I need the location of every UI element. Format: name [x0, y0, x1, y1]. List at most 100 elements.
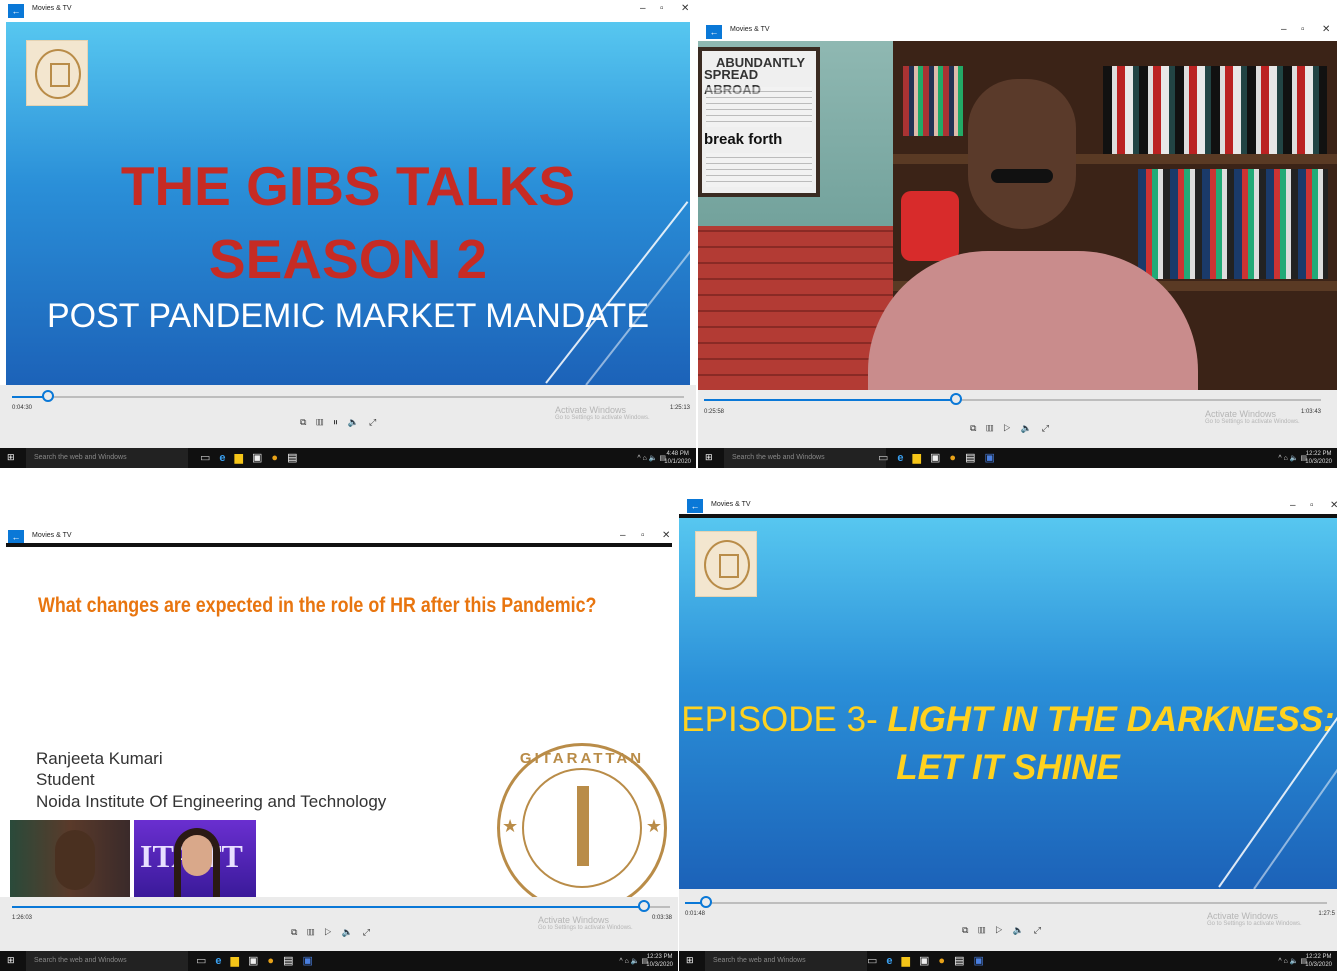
close-icon[interactable]: ✕: [662, 530, 670, 541]
back-arrow-icon[interactable]: ←: [687, 499, 703, 513]
fullscreen-icon[interactable]: ⤢: [1042, 423, 1059, 433]
volume-icon[interactable]: 🔈: [1013, 925, 1034, 935]
close-icon[interactable]: ✕: [1330, 500, 1337, 511]
windows-start-icon[interactable]: ⊞: [7, 453, 16, 462]
photos-icon[interactable]: ▣: [302, 954, 312, 967]
search-input[interactable]: Search the web and Windows: [724, 448, 886, 468]
taskbar-clock[interactable]: 12:22 PM 10/3/2020: [1305, 953, 1332, 969]
system-tray[interactable]: ^ ⌂ 🔈 ▤: [619, 957, 648, 965]
seek-thumb[interactable]: [700, 896, 713, 908]
mini-view-icon[interactable]: ▥: [978, 925, 995, 935]
seek-bar[interactable]: [12, 900, 670, 912]
close-icon[interactable]: ✕: [681, 3, 689, 14]
task-view-icon[interactable]: ▭: [878, 451, 888, 464]
participant-video-1[interactable]: [10, 820, 130, 897]
volume-icon[interactable]: 🔈: [1021, 423, 1042, 433]
title-bar: ← Movies & TV – ▫ ✕: [679, 496, 1337, 516]
edge-icon[interactable]: e: [219, 452, 225, 464]
edge-icon[interactable]: e: [897, 452, 903, 464]
fullscreen-icon[interactable]: ⤢: [1034, 925, 1051, 935]
speaker-mustache: [991, 169, 1053, 183]
chrome-icon[interactable]: ●: [267, 955, 274, 967]
fullscreen-icon[interactable]: ⤢: [369, 417, 386, 427]
windows-start-icon[interactable]: ⊞: [7, 956, 16, 965]
participant-face: [55, 830, 95, 890]
movies-tv-icon[interactable]: ▤: [965, 451, 975, 464]
participant-video-2[interactable]: ITA TT: [134, 820, 256, 897]
mini-view-icon[interactable]: ▥: [316, 417, 333, 427]
task-view-icon[interactable]: ▭: [196, 954, 206, 967]
seek-thumb[interactable]: [41, 390, 54, 402]
play-icon[interactable]: ▷: [1003, 423, 1020, 433]
search-input[interactable]: Search the web and Windows: [26, 951, 188, 971]
back-arrow-icon[interactable]: ←: [8, 530, 24, 544]
restore-icon[interactable]: ▫: [1301, 24, 1305, 35]
chrome-icon[interactable]: ●: [938, 955, 945, 967]
movies-tv-icon[interactable]: ▤: [283, 954, 293, 967]
cast-icon[interactable]: ⧉: [300, 417, 316, 427]
taskbar-clock[interactable]: 12:22 PM 10/3/2020: [1305, 450, 1332, 466]
seek-thumb[interactable]: [949, 393, 962, 405]
seek-bar[interactable]: [12, 390, 684, 402]
file-explorer-icon[interactable]: ▆: [231, 954, 239, 967]
seek-bar[interactable]: [685, 896, 1327, 908]
mini-view-icon[interactable]: ▥: [307, 927, 324, 937]
close-icon[interactable]: ✕: [1322, 24, 1330, 35]
system-tray[interactable]: ^ ⌂ 🔈 ▤: [1278, 454, 1307, 462]
photos-icon[interactable]: ▣: [973, 954, 983, 967]
store-icon[interactable]: ▣: [252, 451, 262, 464]
minimize-icon[interactable]: –: [620, 530, 626, 541]
movies-tv-icon[interactable]: ▤: [954, 954, 964, 967]
restore-icon[interactable]: ▫: [1310, 500, 1314, 511]
seek-thumb[interactable]: [637, 900, 650, 912]
file-explorer-icon[interactable]: ▆: [235, 451, 243, 464]
back-arrow-icon[interactable]: ←: [8, 4, 24, 18]
duration-time: 0:03:38: [651, 915, 672, 921]
store-icon[interactable]: ▣: [930, 451, 940, 464]
volume-icon[interactable]: 🔈: [342, 927, 363, 937]
taskbar-apps: ▭ e ▆ ▣ ● ▤: [200, 451, 306, 464]
taskbar-clock[interactable]: 4:48 PM 10/1/2020: [664, 450, 691, 466]
play-icon[interactable]: ▷: [324, 927, 341, 937]
cast-icon[interactable]: ⧉: [970, 423, 986, 433]
store-icon[interactable]: ▣: [919, 954, 929, 967]
restore-icon[interactable]: ▫: [660, 3, 664, 14]
windows-start-icon[interactable]: ⊞: [686, 956, 695, 965]
taskbar-apps: ▭ e ▆ ▣ ● ▤ ▣: [878, 451, 1004, 464]
search-input[interactable]: Search the web and Windows: [705, 951, 867, 971]
fullscreen-icon[interactable]: ⤢: [363, 927, 380, 937]
minimize-icon[interactable]: –: [1281, 24, 1287, 35]
system-tray[interactable]: ^ ⌂ 🔈 ▤: [637, 454, 666, 462]
cast-icon[interactable]: ⧉: [291, 927, 307, 937]
movies-tv-icon[interactable]: ▤: [287, 451, 297, 464]
volume-icon[interactable]: 🔈: [348, 417, 369, 427]
file-explorer-icon[interactable]: ▆: [902, 954, 910, 967]
store-icon[interactable]: ▣: [248, 954, 258, 967]
edge-icon[interactable]: e: [215, 955, 221, 967]
restore-icon[interactable]: ▫: [641, 530, 645, 541]
chrome-icon[interactable]: ●: [949, 452, 956, 464]
cast-icon[interactable]: ⧉: [962, 925, 978, 935]
file-explorer-icon[interactable]: ▆: [913, 451, 921, 464]
system-tray[interactable]: ^ ⌂ 🔈 ▤: [1278, 957, 1307, 965]
task-view-icon[interactable]: ▭: [200, 451, 210, 464]
back-arrow-icon[interactable]: ←: [706, 25, 722, 39]
taskbar-clock[interactable]: 12:23 PM 10/3/2020: [646, 953, 673, 969]
task-view-icon[interactable]: ▭: [867, 954, 877, 967]
taskbar: ⊞ Search the web and Windows ▭ e ▆ ▣ ● ▤ ▣ ^ ⌂…: [679, 951, 1337, 971]
minimize-icon[interactable]: –: [1290, 500, 1296, 511]
edge-icon[interactable]: e: [886, 955, 892, 967]
photos-icon[interactable]: ▣: [984, 451, 994, 464]
playback-controls: 0:04:30 1:25:13 Activate Windows Go to Se…: [0, 385, 696, 448]
windows-start-icon[interactable]: ⊞: [705, 453, 714, 462]
mini-view-icon[interactable]: ▥: [986, 423, 1003, 433]
search-input[interactable]: Search the web and Windows: [26, 448, 188, 468]
play-icon[interactable]: ▷: [995, 925, 1012, 935]
taskbar-apps: ▭ e ▆ ▣ ● ▤ ▣: [196, 954, 322, 967]
chrome-icon[interactable]: ●: [271, 452, 278, 464]
minimize-icon[interactable]: –: [640, 3, 646, 14]
seek-bar[interactable]: [704, 393, 1321, 405]
player-window-3: ← Movies & TV – ▫ ✕ What changes are exp…: [0, 528, 678, 971]
pause-icon[interactable]: ⏸: [333, 417, 348, 427]
player-window-4: ← Movies & TV – ▫ ✕ EPISODE 3- LIGHT IN …: [679, 496, 1337, 971]
